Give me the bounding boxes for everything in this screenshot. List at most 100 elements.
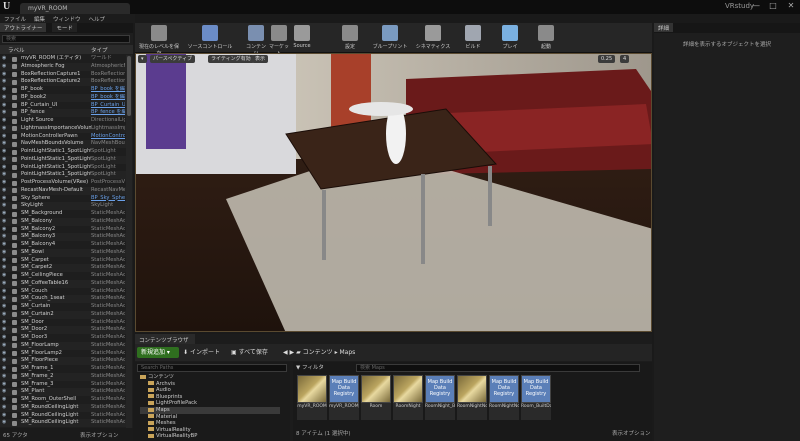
visibility-eye-icon[interactable]: ◉ bbox=[2, 78, 6, 86]
visibility-eye-icon[interactable]: ◉ bbox=[2, 257, 6, 265]
visibility-eye-icon[interactable]: ◉ bbox=[2, 272, 6, 280]
outliner-row[interactable]: ◉ SM_Balcony3 StaticMeshActor bbox=[0, 233, 126, 241]
outliner-row[interactable]: ◉ PointLightStatic1_SpotLight SpotLight bbox=[0, 155, 126, 164]
outliner-row[interactable]: ◉ SM_CeilingPiece StaticMeshActor bbox=[0, 272, 126, 280]
outliner-row[interactable]: ◉ SM_RoundCeilingLight StaticMeshActor bbox=[0, 419, 126, 427]
folder-item[interactable]: Archvis bbox=[140, 381, 175, 388]
breadcrumb-leaf[interactable]: Maps bbox=[339, 349, 355, 356]
outliner-row[interactable]: ◉ SM_Balcony2 StaticMeshActor bbox=[0, 226, 126, 234]
outliner-row[interactable]: ◉ SM_Frame_2 StaticMeshActor bbox=[0, 372, 126, 381]
folder-item[interactable]: Maps bbox=[140, 407, 280, 414]
visibility-eye-icon[interactable]: ◉ bbox=[2, 419, 6, 427]
visibility-eye-icon[interactable]: ◉ bbox=[2, 295, 6, 303]
filter-button[interactable]: ▼ フィルタ bbox=[296, 364, 351, 372]
outliner-row[interactable]: ◉ SM_Curtain2 StaticMeshActor bbox=[0, 310, 126, 319]
toolbar-button-source-control[interactable]: ソースコントロール bbox=[182, 24, 238, 52]
visibility-eye-icon[interactable]: ◉ bbox=[2, 326, 6, 334]
outliner-row[interactable]: ◉ SM_FloorPiece StaticMeshActor bbox=[0, 357, 126, 365]
visibility-eye-icon[interactable]: ◉ bbox=[2, 226, 6, 234]
back-icon[interactable]: ◀ bbox=[283, 349, 288, 356]
tab-outliner[interactable]: アウトライナー bbox=[0, 23, 47, 32]
folder-item[interactable]: Blueprints bbox=[140, 394, 182, 401]
outliner-row[interactable]: ◉ SM_Carpet StaticMeshActor bbox=[0, 257, 126, 265]
actor-type[interactable]: BP_book を編集 bbox=[91, 86, 125, 94]
breadcrumb-root[interactable]: コンテンツ bbox=[303, 349, 333, 356]
import-button[interactable]: ⬇ インポート bbox=[183, 347, 228, 358]
outliner-row[interactable]: ◉ SM_Bowl StaticMeshActor bbox=[0, 248, 126, 257]
outliner-row[interactable]: ◉ BP_Curtain_UI BP_Curtain_UI を編集 bbox=[0, 102, 126, 110]
visibility-eye-icon[interactable]: ◉ bbox=[2, 179, 6, 187]
minimize-button[interactable]: — bbox=[748, 0, 764, 12]
outliner-scroll-thumb[interactable] bbox=[127, 56, 131, 116]
visibility-eye-icon[interactable]: ◉ bbox=[2, 350, 6, 358]
actor-type[interactable]: BP_Curtain_UI を編集 bbox=[91, 102, 125, 110]
outliner-row[interactable]: ◉ PointLightStatic1_SpotLight SpotLight bbox=[0, 148, 126, 156]
visibility-eye-icon[interactable]: ◉ bbox=[2, 342, 6, 350]
visibility-eye-icon[interactable]: ◉ bbox=[2, 171, 6, 179]
visibility-eye-icon[interactable]: ◉ bbox=[2, 63, 6, 71]
outliner-row[interactable]: ◉ SM_FloorLamp StaticMeshActor bbox=[0, 341, 126, 350]
outliner-row[interactable]: ◉ NavMeshBoundsVolume NavMeshBoundsVolume bbox=[0, 140, 126, 148]
outliner-row[interactable]: ◉ SM_RoundCeilingLight StaticMeshActor bbox=[0, 403, 126, 412]
visibility-eye-icon[interactable]: ◉ bbox=[2, 195, 6, 203]
outliner-row[interactable]: ◉ Sky Sphere BP_Sky_Sphere bbox=[0, 195, 126, 203]
column-type[interactable]: タイプ bbox=[91, 46, 108, 54]
visibility-eye-icon[interactable]: ◉ bbox=[2, 365, 6, 373]
outliner-row[interactable]: ◉ SM_Couch StaticMeshActor bbox=[0, 288, 126, 296]
folder-item[interactable]: LightProfilePack bbox=[140, 400, 197, 407]
visibility-eye-icon[interactable]: ◉ bbox=[2, 202, 6, 210]
visibility-eye-icon[interactable]: ◉ bbox=[2, 218, 6, 226]
visibility-eye-icon[interactable]: ◉ bbox=[2, 233, 6, 241]
asset-tile[interactable]: RoomNight bbox=[393, 375, 423, 421]
outliner-row[interactable]: ◉ SM_Frame_1 StaticMeshActor bbox=[0, 365, 126, 373]
visibility-eye-icon[interactable]: ◉ bbox=[2, 55, 6, 63]
maximize-button[interactable]: □ bbox=[765, 0, 781, 12]
toolbar-button-blueprint[interactable]: ブループリント bbox=[370, 24, 410, 52]
visibility-eye-icon[interactable]: ◉ bbox=[2, 373, 6, 381]
visibility-eye-icon[interactable]: ◉ bbox=[2, 94, 6, 102]
toolbar-button-launch[interactable]: 起動 bbox=[531, 24, 561, 52]
folder-item[interactable]: Material bbox=[140, 414, 177, 421]
folder-item[interactable]: コンテンツ bbox=[140, 374, 174, 381]
visibility-eye-icon[interactable]: ◉ bbox=[2, 164, 6, 172]
outliner-row[interactable]: ◉ SM_Carpet2 StaticMeshActor bbox=[0, 264, 126, 272]
outliner-row[interactable]: ◉ SM_Room_OuterShell StaticMeshActor bbox=[0, 396, 126, 404]
visibility-eye-icon[interactable]: ◉ bbox=[2, 388, 6, 396]
outliner-row[interactable]: ◉ SM_Balcony StaticMeshActor bbox=[0, 217, 126, 226]
save-all-button[interactable]: ▣ すべて保存 bbox=[231, 347, 276, 358]
outliner-row[interactable]: ◉ RecastNavMesh-Default RecastNavMesh bbox=[0, 186, 126, 195]
add-new-button[interactable]: 新規追加 ▾ bbox=[137, 347, 179, 358]
asset-tile[interactable]: Room bbox=[361, 375, 391, 421]
visibility-eye-icon[interactable]: ◉ bbox=[2, 396, 6, 404]
outliner-row[interactable]: ◉ BP_book BP_book を編集 bbox=[0, 86, 126, 94]
visibility-eye-icon[interactable]: ◉ bbox=[2, 86, 6, 94]
visibility-eye-icon[interactable]: ◉ bbox=[2, 156, 6, 164]
show-flags-button[interactable]: 表示 bbox=[252, 55, 269, 63]
visibility-eye-icon[interactable]: ◉ bbox=[2, 148, 6, 156]
outliner-row[interactable]: ◉ PointLightStatic1_SpotLight SpotLight bbox=[0, 171, 126, 179]
outliner-row[interactable]: ◉ LightmassImportanceVolumeLightmassImpor… bbox=[0, 124, 126, 133]
close-button[interactable]: ✕ bbox=[783, 0, 799, 12]
outliner-view-options[interactable]: 表示オプション bbox=[80, 431, 119, 439]
visibility-eye-icon[interactable]: ◉ bbox=[2, 334, 6, 342]
asset-tile[interactable]: Map Build Data RegistryRoom_BuiltData bbox=[521, 375, 551, 421]
visibility-eye-icon[interactable]: ◉ bbox=[2, 311, 6, 319]
tab-content-browser[interactable]: コンテンツブラウザ bbox=[135, 334, 195, 344]
outliner-row[interactable]: ◉ SM_FloorLamp2 StaticMeshActor bbox=[0, 350, 126, 358]
outliner-row[interactable]: ◉ SM_CoffeeTable16 StaticMeshActor bbox=[0, 279, 126, 288]
outliner-row[interactable]: ◉ SM_Background StaticMeshActor bbox=[0, 210, 126, 218]
visibility-eye-icon[interactable]: ◉ bbox=[2, 381, 6, 389]
outliner-row[interactable]: ◉ SM_RoundCeilingLight StaticMeshActor bbox=[0, 412, 126, 420]
outliner-row[interactable]: ◉ myVR_ROOM (エディタ) ワールド bbox=[0, 55, 126, 63]
snap-value[interactable]: 0.25 bbox=[598, 55, 616, 63]
visibility-eye-icon[interactable]: ◉ bbox=[2, 125, 6, 133]
toolbar-button-settings[interactable]: 設定 bbox=[334, 24, 366, 52]
outliner-row[interactable]: ◉ Light Source DirectionalLight bbox=[0, 117, 126, 125]
toolbar-button-play[interactable]: プレイ bbox=[495, 24, 525, 52]
outliner-row[interactable]: ◉ SM_Balcony4 StaticMeshActor bbox=[0, 241, 126, 249]
forward-icon[interactable]: ▶ bbox=[290, 349, 295, 356]
outliner-row[interactable]: ◉ Atmospheric Fog AtmosphericFog bbox=[0, 62, 126, 71]
actor-type[interactable]: BP_fence を編集 bbox=[91, 109, 125, 117]
outliner-row[interactable]: ◉ SM_Plant StaticMeshActor bbox=[0, 388, 126, 396]
toolbar-button-save[interactable]: 現在のレベルを保存 bbox=[139, 24, 179, 57]
